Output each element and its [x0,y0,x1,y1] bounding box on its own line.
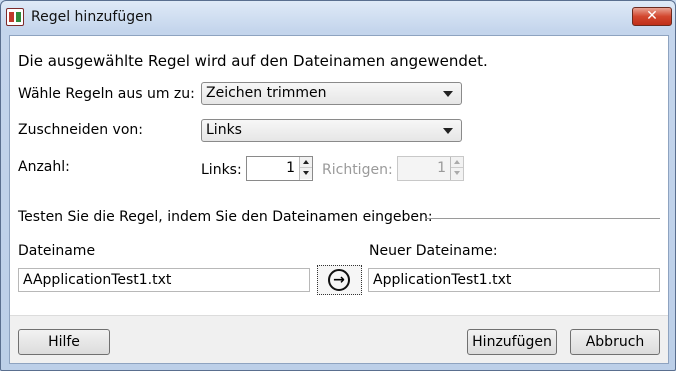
new-filename-output[interactable]: ApplicationTest1.txt [368,268,660,292]
filename-label: Dateiname [18,243,96,259]
apply-rule-button[interactable]: → [317,265,362,295]
chevron-down-icon [443,91,453,97]
increment-button[interactable] [300,157,312,168]
rule-select-value: Zeichen trimmen [206,85,327,101]
group-divider [425,218,660,219]
arrow-right-circle-icon: → [328,269,350,291]
rule-select-label: Wähle Regeln aus um zu: [18,86,195,102]
right-count-stepper: 1 [397,156,464,181]
new-filename-label: Neuer Dateiname: [369,243,498,259]
close-icon: ✕ [646,8,658,24]
left-count-stepper[interactable]: 1 [246,156,313,181]
left-count-label: Links: [201,162,242,178]
button-bar: Hilfe Hinzufügen Abbruch [10,315,668,363]
test-group-title: Testen Sie die Regel, indem Sie den Date… [18,209,433,225]
dialog-window: Regel hinzufügen ✕ Die ausgewählte Regel… [0,0,676,371]
trim-select-value: Links [206,122,242,138]
count-label: Anzahl: [18,159,70,175]
cancel-button[interactable]: Abbruch [570,329,660,355]
right-count-value: 1 [437,160,446,176]
decrement-button[interactable] [300,168,312,179]
dialog-content: Die ausgewählte Regel wird auf den Datei… [9,35,669,364]
trim-select-label: Zuschneiden von: [18,122,143,138]
left-count-value: 1 [286,160,295,176]
app-icon [6,8,24,26]
add-button[interactable]: Hinzufügen [467,329,557,355]
decrement-button [451,168,463,179]
filename-value: AApplicationTest1.txt [23,272,172,288]
help-button[interactable]: Hilfe [18,329,110,355]
title-bar: Regel hinzufügen ✕ [1,1,675,35]
right-count-label: Richtigen: [322,162,393,178]
filename-input[interactable]: AApplicationTest1.txt [18,268,310,292]
rule-select[interactable]: Zeichen trimmen [201,82,462,105]
trim-select[interactable]: Links [201,119,462,142]
close-button[interactable]: ✕ [632,7,672,26]
window-title: Regel hinzufügen [31,9,153,25]
intro-text: Die ausgewählte Regel wird auf den Datei… [18,52,488,70]
increment-button [451,157,463,168]
new-filename-value: ApplicationTest1.txt [373,272,512,288]
chevron-down-icon [443,128,453,134]
